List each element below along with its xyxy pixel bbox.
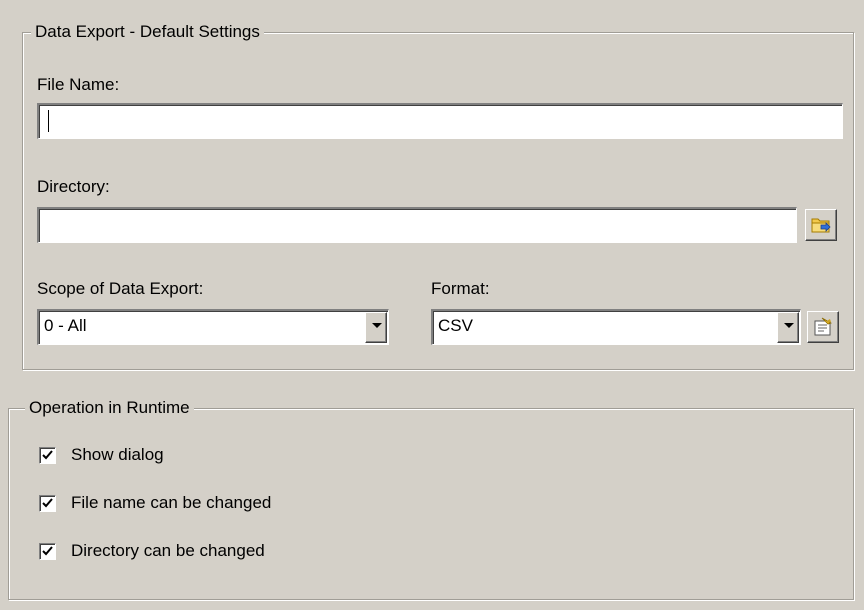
format-settings-button[interactable]	[807, 311, 839, 343]
folder-browse-icon	[811, 218, 831, 233]
browse-directory-button[interactable]	[805, 209, 837, 241]
directory-input[interactable]	[39, 209, 796, 242]
file-name-input[interactable]	[39, 105, 842, 138]
scope-selected-value: 0 - All	[44, 316, 87, 335]
scope-label: Scope of Data Export:	[37, 279, 204, 298]
format-settings-icon	[814, 317, 832, 336]
runtime-group-title: Operation in Runtime	[25, 398, 194, 418]
format-combobox[interactable]: CSV	[431, 309, 801, 345]
directory-field[interactable]	[37, 207, 797, 243]
format-dropdown-arrow-icon[interactable]	[777, 312, 799, 343]
file-name-changeable-label: File name can be changed	[71, 493, 272, 512]
runtime-group: Operation in Runtime Show dialog File na…	[8, 398, 854, 600]
show-dialog-label: Show dialog	[71, 445, 164, 464]
format-label: Format:	[431, 279, 490, 298]
data-export-group-title: Data Export - Default Settings	[31, 22, 264, 42]
format-selected-value: CSV	[438, 316, 473, 335]
scope-combobox[interactable]: 0 - All	[37, 309, 389, 345]
file-name-label: File Name:	[37, 75, 120, 94]
text-caret	[48, 110, 49, 132]
checkbox-box[interactable]	[39, 495, 56, 512]
checkmark-icon	[42, 450, 53, 460]
checkbox-box[interactable]	[39, 447, 56, 464]
checkmark-icon	[42, 546, 53, 556]
directory-changeable-label: Directory can be changed	[71, 541, 265, 560]
data-export-group: Data Export - Default Settings File Name…	[22, 22, 854, 370]
checkbox-box[interactable]	[39, 543, 56, 560]
file-name-field[interactable]	[37, 103, 843, 139]
scope-dropdown-arrow-icon[interactable]	[365, 312, 387, 343]
checkmark-icon	[42, 498, 53, 508]
directory-label: Directory:	[37, 177, 110, 196]
